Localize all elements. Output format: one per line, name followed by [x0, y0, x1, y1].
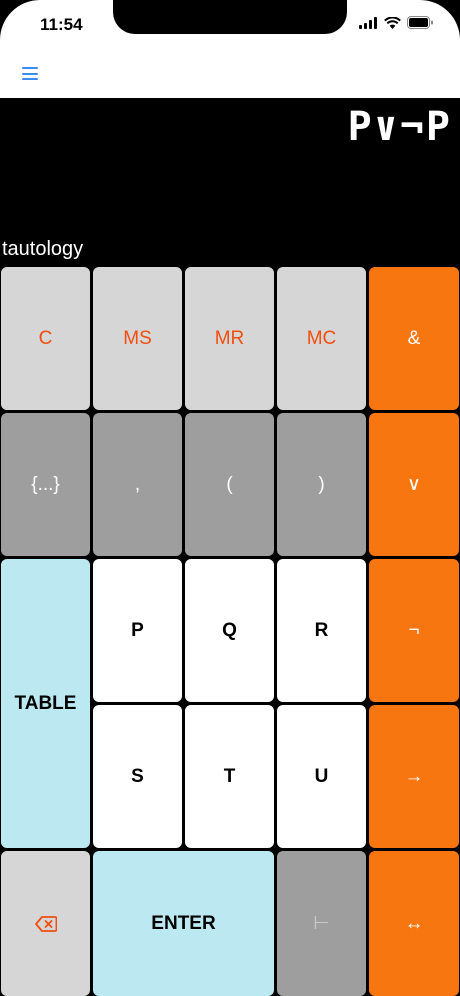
var-s-button[interactable]: S	[93, 705, 182, 848]
result-label: tautology	[2, 238, 84, 260]
memory-store-button[interactable]: MS	[93, 267, 182, 410]
signal-icon	[359, 16, 377, 29]
var-q-button[interactable]: Q	[185, 559, 274, 702]
set-button[interactable]: {...}	[1, 413, 90, 556]
enter-button[interactable]: ENTER	[93, 851, 274, 996]
implies-button[interactable]: →	[369, 705, 459, 848]
comma-button[interactable]: ,	[93, 413, 182, 556]
var-t-button[interactable]: T	[185, 705, 274, 848]
table-button[interactable]: TABLE	[1, 559, 90, 848]
memory-clear-button[interactable]: MC	[277, 267, 366, 410]
expression-display: P∨¬P	[347, 104, 452, 150]
iff-button[interactable]: ↔	[369, 851, 459, 996]
turnstile-button[interactable]: ⊢	[277, 851, 366, 996]
var-p-button[interactable]: P	[93, 559, 182, 702]
keypad: C MS MR MC & {...} , ( ) ∨ TABLE P Q R ¬…	[0, 266, 460, 996]
or-button[interactable]: ∨	[369, 413, 459, 556]
backspace-icon	[34, 915, 57, 932]
not-button[interactable]: ¬	[369, 559, 459, 702]
open-paren-button[interactable]: (	[185, 413, 274, 556]
status-bar: 11:54	[0, 0, 460, 50]
memory-recall-button[interactable]: MR	[185, 267, 274, 410]
clear-button[interactable]: C	[1, 267, 90, 410]
display: P∨¬P tautology	[0, 98, 460, 266]
battery-icon	[407, 16, 433, 29]
close-paren-button[interactable]: )	[277, 413, 366, 556]
status-icons	[359, 16, 434, 29]
wifi-icon	[384, 16, 401, 29]
backspace-button[interactable]	[1, 851, 90, 996]
notch	[113, 0, 347, 34]
hamburger-icon[interactable]	[22, 67, 38, 80]
and-button[interactable]: &	[369, 267, 459, 410]
var-u-button[interactable]: U	[277, 705, 366, 848]
var-r-button[interactable]: R	[277, 559, 366, 702]
status-time: 11:54	[40, 15, 83, 34]
nav-bar	[0, 50, 460, 98]
